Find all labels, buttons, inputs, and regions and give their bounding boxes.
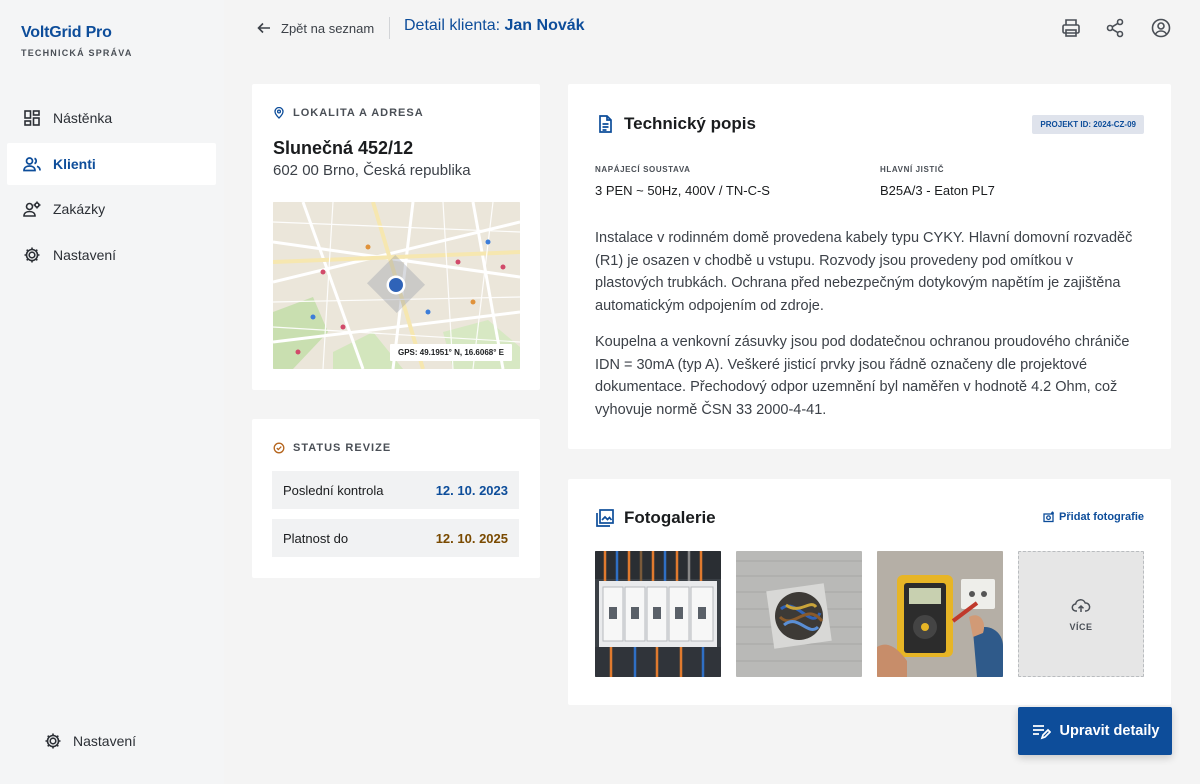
location-map[interactable]: GPS: 49.1951° N, 16.6068° E [273,202,520,369]
header-divider [389,17,390,39]
app-subtitle: TECHNICKÁ SPRÁVA [21,48,133,58]
gear-icon [24,247,40,262]
photo-gallery-card: Fotogalerie Přidat fotografie VÍCE [568,479,1171,705]
spec-label: HLAVNÍ JISTIČ [880,165,945,174]
add-photo-icon [1043,511,1055,523]
people-icon [23,156,41,171]
edit-details-label: Upravit detaily [1059,723,1160,739]
arrow-left-icon [257,22,270,34]
multimeter-image [877,551,1003,677]
share-icon[interactable] [1104,17,1126,39]
project-id-badge: PROJEKT ID: 2024-CZ-09 [1032,115,1144,134]
spec-label: NAPÁJECÍ SOUSTAVA [595,165,691,174]
add-photo-button[interactable]: Přidat fotografie [1043,511,1144,523]
gallery-photo-breaker-panel[interactable] [595,551,721,677]
gallery-photo-multimeter[interactable] [877,551,1003,677]
sidebar-nav: Nástěnka Klienti Zakázky Nastavení [7,97,216,279]
add-photo-label: Přidat fotografie [1059,511,1144,523]
sidebar-item-orders[interactable]: Zakázky [7,188,216,230]
technical-title-label: Technický popis [624,114,756,133]
status-row-value: 12. 10. 2023 [435,482,508,498]
verified-icon [273,442,285,454]
photo-library-icon [596,509,614,527]
sidebar-item-label: Zakázky [53,201,106,217]
engineering-icon [23,201,41,217]
location-heading: LOKALITA A ADRESA [273,107,424,119]
sidebar-item-dashboard[interactable]: Nástěnka [7,97,216,139]
gallery-more-label: VÍCE [1069,622,1093,632]
sidebar-item-label: Nastavení [53,246,117,263]
address-street: Slunečná 452/12 [273,138,414,158]
page-title-client: Jan Novák [504,17,585,34]
back-label: Zpět na seznam [281,20,375,36]
status-row-valid-until: Platnost do 12. 10. 2025 [272,519,519,557]
address-city: 602 00 Brno, Česká republika [273,162,471,179]
sidebar: VoltGrid Pro TECHNICKÁ SPRÁVA Nástěnka K… [0,0,224,784]
back-link[interactable]: Zpět na seznam [256,18,374,38]
location-pin-icon [274,107,284,119]
page-title: Detail klienta: Jan Novák [404,17,585,35]
app-name: VoltGrid Pro [21,24,112,41]
dashboard-icon [24,110,40,126]
description-paragraph: Instalace v rodinném domě provedena kabe… [595,230,1133,314]
breaker-panel-image [595,551,721,677]
location-card: LOKALITA A ADRESA Slunečná 452/12 602 00… [252,84,540,390]
gps-coordinates: GPS: 49.1951° N, 16.6068° E [389,344,512,361]
document-icon [599,115,612,133]
description-paragraph: Koupelna a venkovní zásuvky jsou pod dod… [595,334,1130,418]
revision-status-card: STATUS REVIZE Poslední kontrola 12. 10. … [252,419,540,578]
status-heading: STATUS REVIZE [273,442,391,454]
status-heading-label: STATUS REVIZE [293,442,392,454]
account-icon[interactable] [1150,17,1172,39]
gallery-photo-junction-box[interactable] [736,551,862,677]
gallery-title-label: Fotogalerie [624,508,716,527]
sidebar-item-clients[interactable]: Klienti [7,142,216,185]
status-row-last-check: Poslední kontrola 12. 10. 2023 [272,471,519,509]
status-row-label: Platnost do [283,530,349,546]
technical-description-card: Technický popis PROJEKT ID: 2024-CZ-09 N… [568,84,1171,449]
edit-note-icon [1032,725,1051,740]
spec-value: 3 PEN ~ 50Hz, 400V / TN-C-S [595,183,770,198]
sidebar-bottom-settings[interactable]: Nastavení [43,731,136,751]
sidebar-item-label: Nástěnka [53,110,113,126]
page-title-prefix: Detail klienta: [404,17,501,34]
sidebar-item-label: Klienti [53,155,96,172]
gallery-more-button[interactable]: VÍCE [1018,551,1144,677]
status-row-value: 12. 10. 2025 [435,530,508,546]
spec-value: B25A/3 - Eaton PL7 [880,183,995,198]
cloud-upload-icon [1071,599,1091,612]
sidebar-item-settings[interactable]: Nastavení [7,234,216,276]
gear-icon [45,733,61,749]
sidebar-bottom-label: Nastavení [73,733,137,749]
gallery-title: Fotogalerie [595,508,716,528]
print-icon[interactable] [1060,17,1082,39]
technical-title: Technický popis [595,114,756,134]
junction-box-image [736,551,862,677]
location-heading-label: LOKALITA A ADRESA [293,107,424,119]
status-row-label: Poslední kontrola [283,482,384,498]
brand: VoltGrid Pro TECHNICKÁ SPRÁVA [21,24,133,58]
edit-details-button[interactable]: Upravit detaily [1018,707,1172,755]
